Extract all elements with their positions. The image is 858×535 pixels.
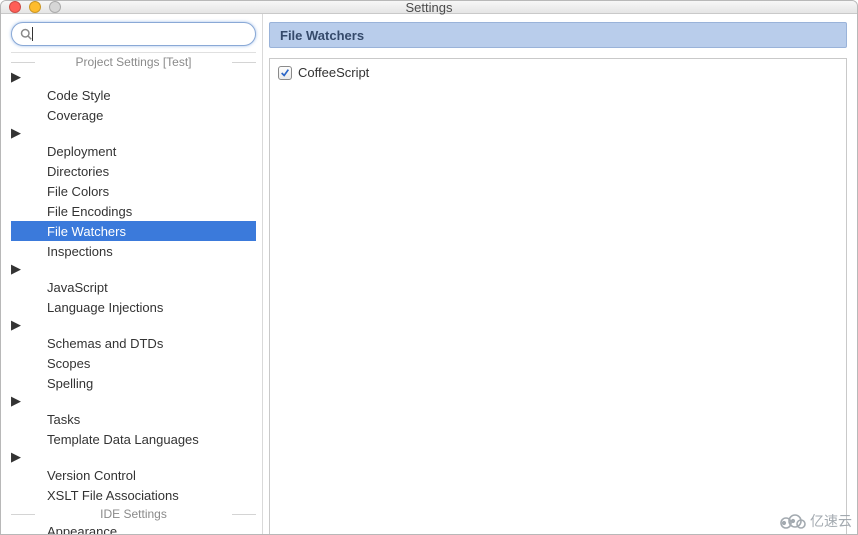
- sidebar-item-coverage[interactable]: Coverage: [11, 105, 256, 125]
- settings-tree: Project Settings [Test] ▶Code Style Cove…: [11, 52, 256, 535]
- search-icon: [20, 28, 32, 40]
- search-input[interactable]: [37, 27, 247, 42]
- sidebar-item-directories[interactable]: Directories: [11, 161, 256, 181]
- sidebar-item-xslt-file-associations[interactable]: XSLT File Associations: [11, 485, 256, 505]
- disclosure-icon[interactable]: ▶: [11, 317, 21, 332]
- titlebar: Settings: [1, 1, 857, 14]
- checkmark-icon: [280, 68, 290, 78]
- section-project-settings: Project Settings [Test]: [11, 55, 256, 69]
- sidebar-item-file-encodings[interactable]: File Encodings: [11, 201, 256, 221]
- window-title: Settings: [1, 0, 857, 15]
- sidebar-item-scopes[interactable]: Scopes: [11, 353, 256, 373]
- content-area: Project Settings [Test] ▶Code Style Cove…: [1, 14, 857, 535]
- watcher-row[interactable]: CoffeeScript: [274, 63, 842, 82]
- panel-title: File Watchers: [269, 22, 847, 48]
- sidebar-item-file-colors[interactable]: File Colors: [11, 181, 256, 201]
- section-ide-settings: IDE Settings: [11, 507, 256, 521]
- disclosure-icon[interactable]: ▶: [11, 449, 21, 464]
- sidebar-item-appearance[interactable]: Appearance: [11, 521, 256, 535]
- sidebar-item-javascript[interactable]: JavaScript: [11, 277, 256, 297]
- sidebar-item-spelling[interactable]: Spelling: [11, 373, 256, 393]
- sidebar-item-file-watchers[interactable]: File Watchers: [11, 221, 256, 241]
- sidebar-item-code-style[interactable]: Code Style: [11, 85, 256, 105]
- watcher-label: CoffeeScript: [298, 65, 369, 80]
- disclosure-icon[interactable]: ▶: [11, 69, 21, 84]
- sidebar-item-deployment[interactable]: Deployment: [11, 141, 256, 161]
- sidebar-item-inspections[interactable]: Inspections: [11, 241, 256, 261]
- disclosure-icon[interactable]: ▶: [11, 261, 21, 276]
- disclosure-icon[interactable]: ▶: [11, 393, 21, 408]
- watchers-list-body: CoffeeScript: [270, 59, 846, 535]
- watchers-list: CoffeeScript + ✎ − ▲ ▼ ⧉: [269, 58, 847, 535]
- sidebar: Project Settings [Test] ▶Code Style Cove…: [1, 14, 263, 535]
- sidebar-item-template-data-languages[interactable]: Template Data Languages: [11, 429, 256, 449]
- text-cursor: [32, 27, 33, 41]
- disclosure-icon[interactable]: ▶: [11, 125, 21, 140]
- main-panel: File Watchers CoffeeScript + ✎ − ▲ ▼: [263, 14, 857, 535]
- sidebar-item-tasks[interactable]: Tasks: [11, 409, 256, 429]
- sidebar-item-version-control[interactable]: Version Control: [11, 465, 256, 485]
- settings-window: Settings Project Settings [Test] ▶Code S…: [0, 0, 858, 535]
- watcher-checkbox[interactable]: [278, 66, 292, 80]
- search-field-wrap[interactable]: [11, 22, 256, 46]
- sidebar-item-schemas-dtds[interactable]: Schemas and DTDs: [11, 333, 256, 353]
- sidebar-item-language-injections[interactable]: Language Injections: [11, 297, 256, 317]
